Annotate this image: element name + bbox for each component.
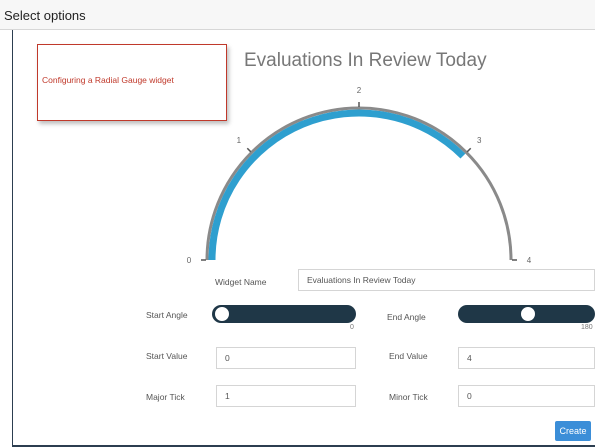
end-angle-slider[interactable]	[458, 305, 595, 323]
widget-name-label: Widget Name	[215, 277, 267, 287]
minor-tick-input[interactable]: 0	[458, 385, 595, 407]
start-angle-value: 0	[350, 324, 354, 331]
major-tick-label: Major Tick	[146, 392, 185, 402]
start-angle-label: Start Angle	[146, 310, 188, 320]
gauge-tick-mark	[466, 147, 472, 153]
widget-name-input[interactable]: Evaluations In Review Today	[298, 269, 595, 291]
major-tick-input[interactable]: 1	[216, 385, 356, 407]
end-value-label: End Value	[389, 351, 428, 361]
start-value-input[interactable]: 0	[216, 347, 356, 369]
gauge-tick-label: 3	[477, 136, 482, 145]
radial-gauge: 0 1 2 3 4	[187, 86, 532, 265]
gauge-tick-label: 1	[237, 136, 242, 145]
dialog-window: Select options Configuring a Radial Gaug…	[0, 0, 595, 447]
gauge-tick-label: 0	[187, 256, 192, 265]
start-angle-slider[interactable]	[212, 305, 356, 323]
start-angle-slider-handle[interactable]	[214, 306, 230, 322]
gauge-tick-mark	[246, 147, 252, 153]
start-value-label: Start Value	[146, 351, 188, 361]
end-angle-slider-handle[interactable]	[519, 306, 536, 322]
end-value-input[interactable]: 4	[458, 347, 595, 369]
create-button[interactable]: Create	[555, 421, 591, 441]
gauge-fill	[208, 109, 466, 261]
minor-tick-label: Minor Tick	[389, 392, 428, 402]
gauge-tick-label: 4	[527, 256, 532, 265]
gauge-track	[205, 106, 513, 261]
gauge-tick-label: 2	[357, 86, 362, 95]
end-angle-value: 180	[581, 324, 593, 331]
end-angle-label: End Angle	[387, 312, 426, 322]
